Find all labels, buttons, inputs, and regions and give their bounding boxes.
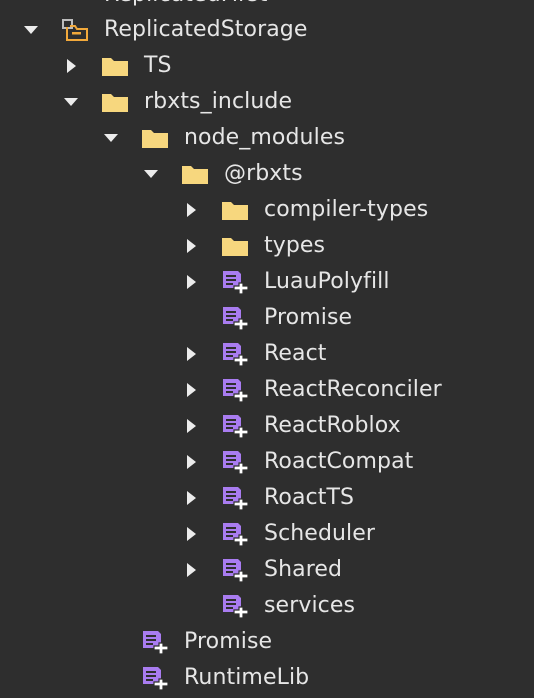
tree-item-label: @rbxts <box>224 161 303 186</box>
tree-item-replicated-first[interactable]: ReplicatedFirst <box>0 0 534 12</box>
chevron-right-icon[interactable] <box>182 561 200 579</box>
chevron-down-icon[interactable] <box>62 93 80 111</box>
module-script-icon <box>143 631 169 655</box>
tree-item-react[interactable]: React <box>0 336 534 372</box>
tree-item-rbxts-include[interactable]: rbxts_include <box>0 84 534 120</box>
chevron-right-icon[interactable] <box>182 417 200 435</box>
tree-item-label: Shared <box>264 557 343 582</box>
tree-item-services[interactable]: services <box>0 588 534 624</box>
tree-item-reactreconciler[interactable]: ReactReconciler <box>0 372 534 408</box>
tree-item-roactcompat[interactable]: RoactCompat <box>0 444 534 480</box>
chevron-right-icon[interactable] <box>182 453 200 471</box>
tree-item-label: node_modules <box>184 125 346 150</box>
chevron-right-icon[interactable] <box>182 201 200 219</box>
tree-item-label: services <box>264 593 356 618</box>
folder-icon <box>142 130 168 148</box>
tree-item-label: TS <box>144 53 172 78</box>
folder-icon <box>222 202 248 220</box>
tree-item-label: Promise <box>264 305 353 330</box>
tree-item-label: React <box>264 341 327 366</box>
tree-item-scheduler[interactable]: Scheduler <box>0 516 534 552</box>
chevron-right-icon[interactable] <box>62 57 80 75</box>
folder-icon <box>102 94 128 112</box>
tree-item-luaupolyfill[interactable]: LuauPolyfill <box>0 264 534 300</box>
module-script-icon <box>223 451 249 475</box>
explorer-tree: ReplicatedFirst ReplicatedStorage TS rbx… <box>0 0 534 698</box>
tree-item-label: ReplicatedStorage <box>104 17 308 42</box>
tree-item-promise[interactable]: Promise <box>0 300 534 336</box>
tree-item-label: RoactTS <box>264 485 355 510</box>
tree-item-label: types <box>264 233 326 258</box>
tree-item-label: LuauPolyfill <box>264 269 390 294</box>
tree-item-label: RuntimeLib <box>184 665 310 690</box>
folder-icon <box>102 58 128 76</box>
chevron-down-icon[interactable] <box>22 21 40 39</box>
chevron-right-icon[interactable] <box>182 525 200 543</box>
folder-icon <box>182 166 208 184</box>
module-script-icon <box>223 343 249 367</box>
tree-item-runtimelib[interactable]: RuntimeLib <box>0 660 534 696</box>
tree-item-label: RoactCompat <box>264 449 414 474</box>
tree-item-label: Scheduler <box>264 521 376 546</box>
tree-item-replicated-storage[interactable]: ReplicatedStorage <box>0 12 534 48</box>
tree-item-types[interactable]: types <box>0 228 534 264</box>
tree-item-reactroblox[interactable]: ReactRoblox <box>0 408 534 444</box>
tree-item-node-modules[interactable]: node_modules <box>0 120 534 156</box>
tree-item-compiler-types[interactable]: compiler-types <box>0 192 534 228</box>
chevron-right-icon[interactable] <box>182 345 200 363</box>
tree-item-shared[interactable]: Shared <box>0 552 534 588</box>
replicated-storage-icon <box>62 19 88 41</box>
module-script-icon <box>223 523 249 547</box>
tree-item-promise-root[interactable]: Promise <box>0 624 534 660</box>
chevron-down-icon[interactable] <box>142 165 160 183</box>
tree-item-label: Promise <box>184 629 273 654</box>
module-script-icon <box>223 271 249 295</box>
chevron-down-icon[interactable] <box>102 129 120 147</box>
module-script-icon <box>223 487 249 511</box>
tree-item-label: ReactReconciler <box>264 377 442 402</box>
chevron-right-icon[interactable] <box>182 273 200 291</box>
module-script-icon <box>143 667 169 691</box>
tree-item-label: rbxts_include <box>144 89 293 114</box>
module-script-icon <box>223 559 249 583</box>
replicated-first-icon <box>58 0 88 10</box>
tree-item-ts[interactable]: TS <box>0 48 534 84</box>
tree-item-roactts[interactable]: RoactTS <box>0 480 534 516</box>
folder-icon <box>222 238 248 256</box>
module-script-icon <box>223 307 249 331</box>
tree-item-label: ReplicatedFirst <box>104 0 268 10</box>
chevron-right-icon[interactable] <box>182 381 200 399</box>
tree-item-rbxts[interactable]: @rbxts <box>0 156 534 192</box>
module-script-icon <box>223 415 249 439</box>
module-script-icon <box>223 379 249 403</box>
tree-item-label: compiler-types <box>264 197 429 222</box>
chevron-right-icon[interactable] <box>182 237 200 255</box>
tree-item-label: ReactRoblox <box>264 413 401 438</box>
module-script-icon <box>223 595 249 619</box>
chevron-right-icon[interactable] <box>182 489 200 507</box>
